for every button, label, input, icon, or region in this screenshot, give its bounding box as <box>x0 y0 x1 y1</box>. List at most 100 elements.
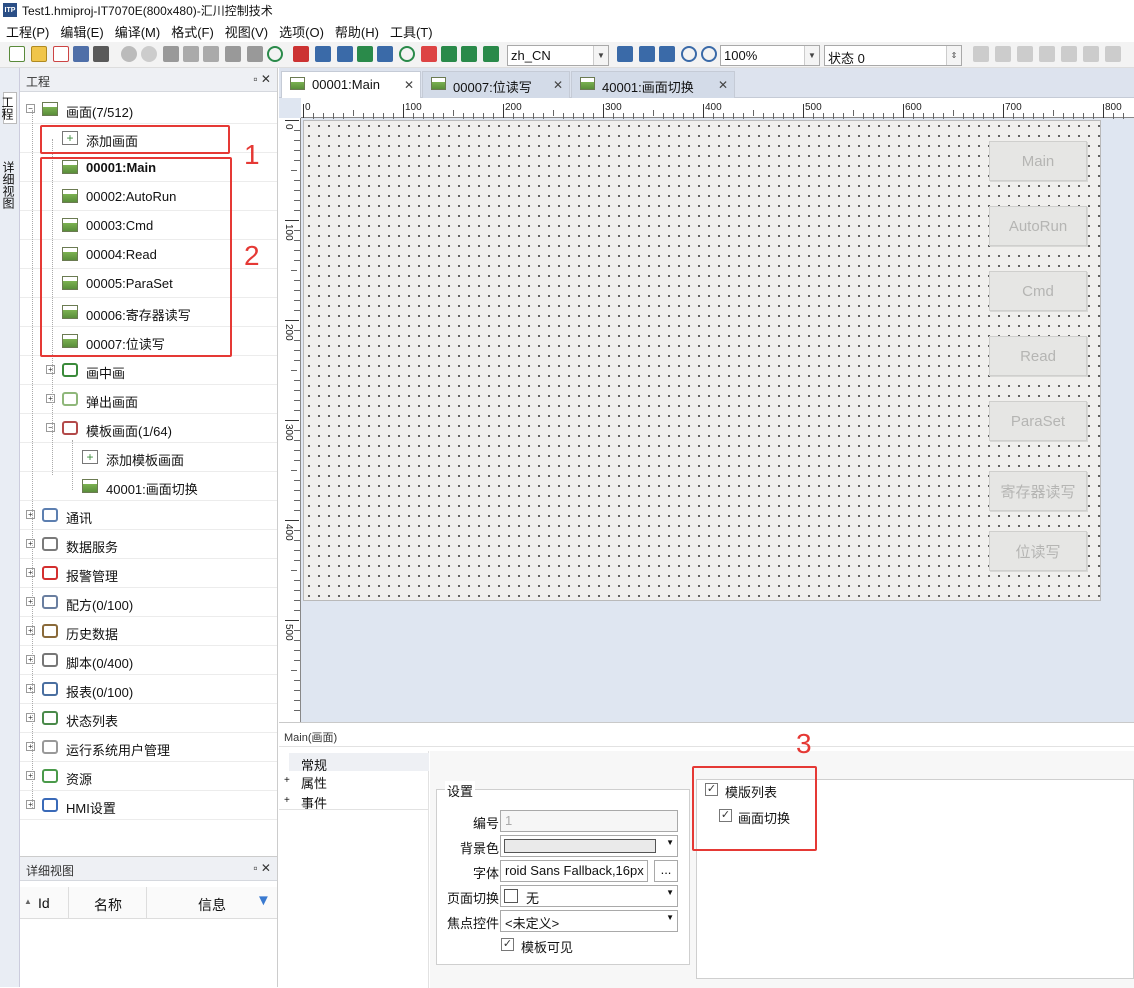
panel-controls-icon[interactable]: ▫ ✕ <box>253 861 271 875</box>
tree-item[interactable]: + 报表(0/100) <box>20 675 277 704</box>
compile-icon[interactable] <box>293 46 309 62</box>
delete-icon[interactable] <box>225 46 241 62</box>
column-id[interactable]: Id <box>38 895 50 911</box>
expand-icon[interactable]: + <box>26 684 35 693</box>
expand-icon[interactable]: + <box>26 742 35 751</box>
align-left-icon[interactable] <box>973 46 989 62</box>
refresh-icon[interactable] <box>399 46 415 62</box>
screen-button[interactable]: 位读写 <box>989 531 1087 571</box>
tab-screen-switch[interactable]: 40001:画面切换 ✕ <box>571 71 735 98</box>
menu-project[interactable]: 工程(P) <box>6 22 49 41</box>
tree-item[interactable]: − 画面(7/512) <box>20 95 277 124</box>
sort-ascending-icon[interactable]: ▲ <box>24 897 32 906</box>
grid-snap-icon[interactable] <box>617 46 633 62</box>
expand-icon[interactable]: + <box>26 568 35 577</box>
magnet-icon[interactable] <box>659 46 675 62</box>
zoom-in-icon[interactable] <box>681 46 697 62</box>
screen-button[interactable]: 寄存器读写 <box>989 471 1087 511</box>
menu-format[interactable]: 格式(F) <box>171 22 214 41</box>
tree-item[interactable]: + 资源 <box>20 762 277 791</box>
distribute-icon[interactable] <box>1105 46 1121 62</box>
expand-icon[interactable]: + <box>26 713 35 722</box>
tree-item[interactable]: − 模板画面(1/64) <box>20 414 277 443</box>
paste-icon[interactable] <box>203 46 219 62</box>
tree-item[interactable]: + 历史数据 <box>20 617 277 646</box>
network-icon[interactable] <box>421 46 437 62</box>
expand-icon[interactable]: + <box>284 795 290 806</box>
align-middle-icon[interactable] <box>1061 46 1077 62</box>
clear-icon[interactable] <box>247 46 263 62</box>
tree-item[interactable]: + 脚本(0/400) <box>20 646 277 675</box>
screen-button[interactable]: Cmd <box>989 271 1087 311</box>
column-info[interactable]: 信息 <box>198 895 226 915</box>
screen-button[interactable]: Main <box>989 141 1087 181</box>
screen-button[interactable]: ParaSet <box>989 401 1087 441</box>
bg-color-picker[interactable]: ▼ <box>500 835 678 857</box>
align-bottom-icon[interactable] <box>1083 46 1099 62</box>
page-switch-select[interactable]: 无 ▼ <box>500 885 678 907</box>
align-right-icon[interactable] <box>1017 46 1033 62</box>
zoom-out-icon[interactable] <box>701 46 717 62</box>
menu-options[interactable]: 选项(O) <box>279 22 324 41</box>
state-spinner[interactable]: 状态 0 ⇕ <box>824 45 962 66</box>
download-usb-icon[interactable] <box>461 46 477 62</box>
menu-view[interactable]: 视图(V) <box>225 22 268 41</box>
expand-icon[interactable]: + <box>26 539 35 548</box>
tree-item[interactable]: + 报警管理 <box>20 559 277 588</box>
align-center-icon[interactable] <box>995 46 1011 62</box>
tree-item[interactable]: + 弹出画面 <box>20 385 277 414</box>
expand-icon[interactable]: + <box>284 775 290 786</box>
menu-tools[interactable]: 工具(T) <box>390 22 433 41</box>
menu-compile[interactable]: 编译(M) <box>115 22 161 41</box>
filter-icon[interactable]: ▼ <box>256 892 271 909</box>
download-all-icon[interactable] <box>441 46 457 62</box>
design-canvas-area[interactable]: 0 100 200 300 400 500 600 700 800 0 100 200 300 400 5… <box>279 98 1134 722</box>
print-icon[interactable] <box>93 46 109 62</box>
copy-icon[interactable] <box>183 46 199 62</box>
tree-item[interactable]: 40001:画面切换 <box>20 472 277 501</box>
download-icon[interactable] <box>357 46 373 62</box>
grid-icon[interactable] <box>639 46 655 62</box>
hmi-screen-canvas[interactable]: Main AutoRun Cmd Read ParaSet 寄存器读写位读写 <box>303 120 1101 601</box>
align-top-icon[interactable] <box>1039 46 1055 62</box>
focus-control-select[interactable]: <未定义> ▼ <box>500 910 678 932</box>
tree-item[interactable]: + 状态列表 <box>20 704 277 733</box>
offline-sim-icon[interactable] <box>315 46 331 62</box>
side-tab-project[interactable]: 工程 <box>0 92 17 124</box>
collapse-icon[interactable]: − <box>26 104 35 113</box>
tree-item[interactable]: + 添加模板画面 <box>20 443 277 472</box>
new-file-icon[interactable] <box>9 46 25 62</box>
expand-icon[interactable]: + <box>26 510 35 519</box>
save-icon[interactable] <box>73 46 89 62</box>
menu-help[interactable]: 帮助(H) <box>335 22 379 41</box>
expand-icon[interactable]: + <box>46 365 55 374</box>
tree-item[interactable]: + HMI设置 <box>20 791 277 820</box>
close-icon[interactable]: ✕ <box>718 78 728 92</box>
screen-button[interactable]: Read <box>989 336 1087 376</box>
close-icon[interactable]: ✕ <box>404 78 414 92</box>
menu-edit[interactable]: 编辑(E) <box>60 22 103 41</box>
expand-icon[interactable]: + <box>26 597 35 606</box>
tree-item[interactable]: + 通讯 <box>20 501 277 530</box>
screen-button[interactable]: AutoRun <box>989 206 1087 246</box>
template-visible-checkbox[interactable]: ✓ <box>501 938 514 951</box>
number-field[interactable]: 1 <box>500 810 678 832</box>
panel-controls-icon[interactable]: ▫ ✕ <box>253 72 271 86</box>
open-folder-icon[interactable] <box>31 46 47 62</box>
expand-icon[interactable]: + <box>26 626 35 635</box>
expand-icon[interactable]: + <box>46 394 55 403</box>
close-icon[interactable]: ✕ <box>553 78 563 92</box>
redo-icon[interactable] <box>141 46 157 62</box>
column-name[interactable]: 名称 <box>94 895 122 915</box>
expand-icon[interactable]: + <box>26 655 35 664</box>
expand-icon[interactable]: + <box>26 800 35 809</box>
cut-icon[interactable] <box>163 46 179 62</box>
zoom-select[interactable]: 100% ▼ <box>720 45 820 66</box>
language-select[interactable]: zh_CN ▼ <box>507 45 609 66</box>
download-udisk-icon[interactable] <box>483 46 499 62</box>
nav-general[interactable]: 常规 <box>289 753 429 773</box>
online-sim-icon[interactable] <box>337 46 353 62</box>
tree-item[interactable]: + 画中画 <box>20 356 277 385</box>
undo-icon[interactable] <box>121 46 137 62</box>
tab-main[interactable]: 00001:Main ✕ <box>281 71 421 98</box>
